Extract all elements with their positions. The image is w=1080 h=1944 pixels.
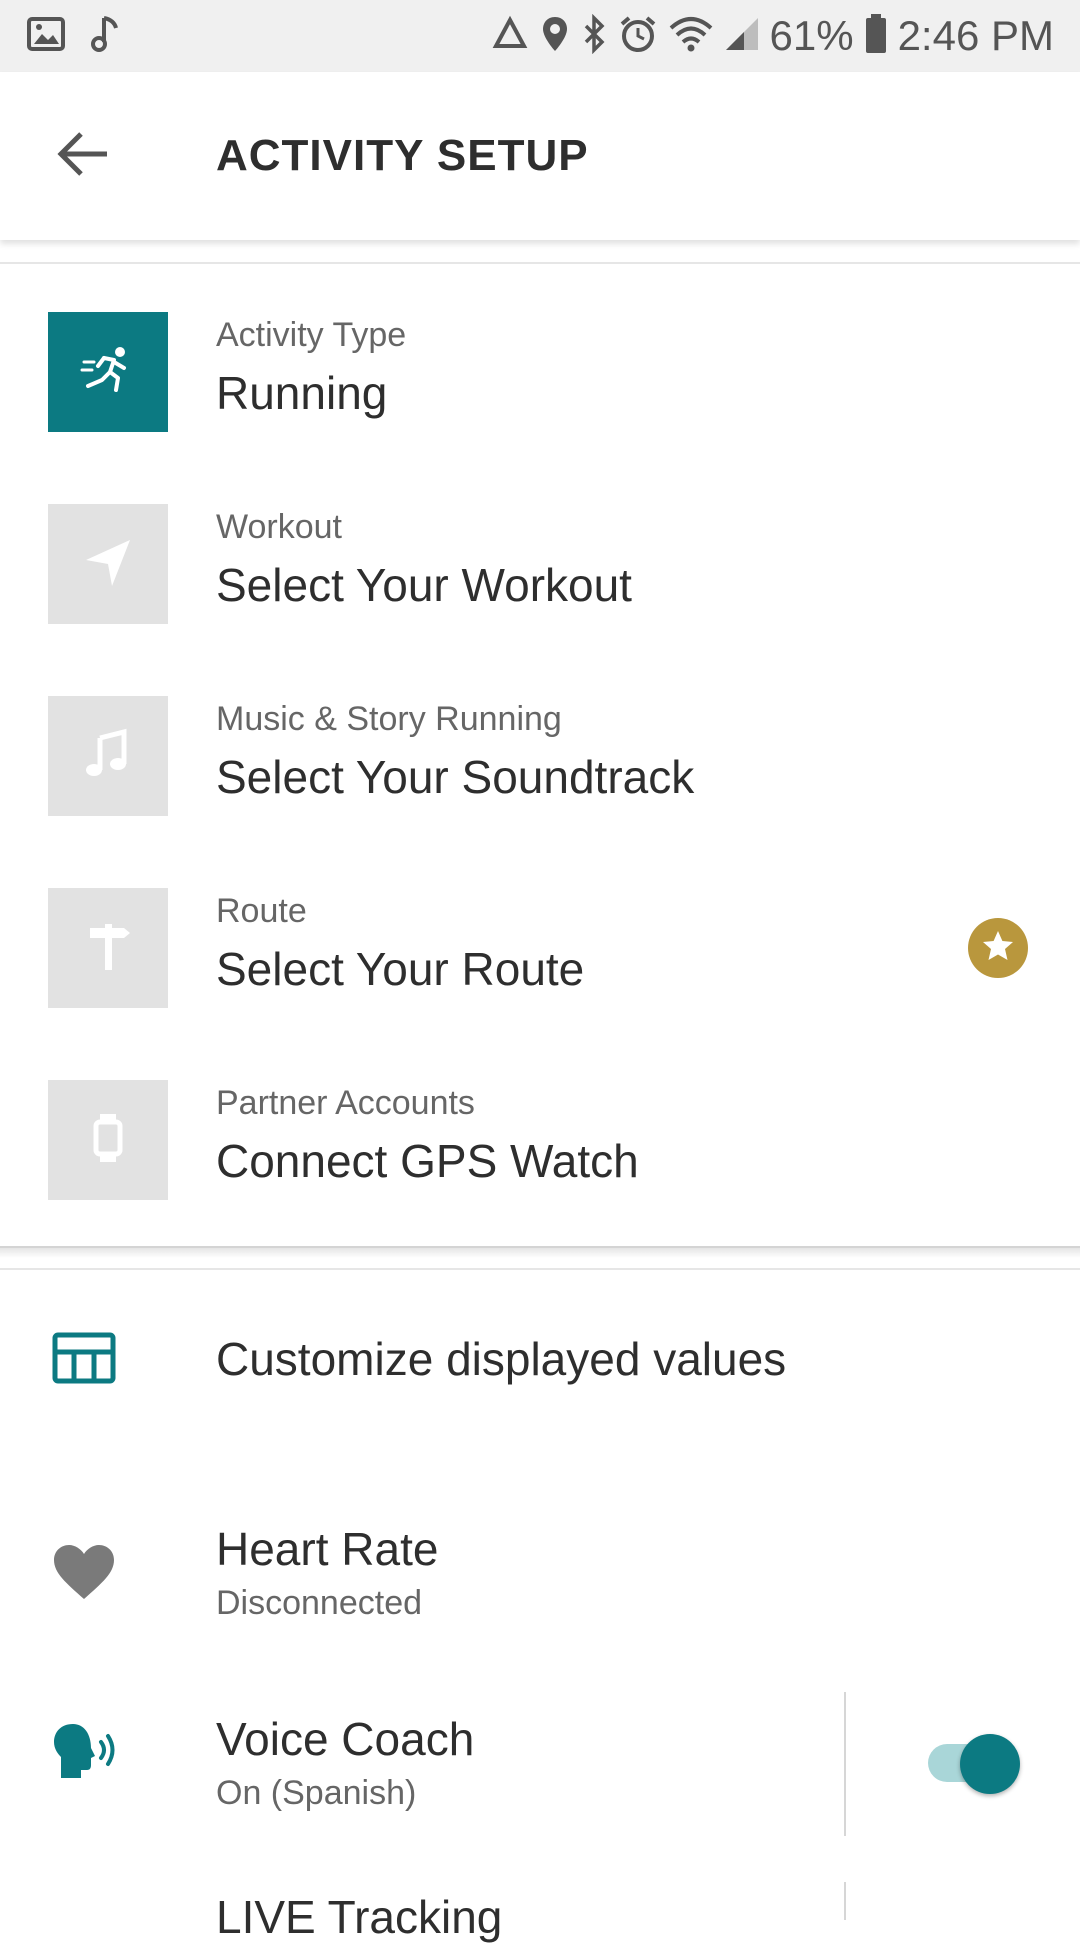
workout-label: Workout: [216, 508, 342, 546]
battery-icon: [864, 13, 888, 60]
heart-rate-status: Disconnected: [216, 1584, 423, 1622]
music-value: Select Your Soundtrack: [216, 751, 695, 803]
watch-icon: [80, 1110, 136, 1171]
activity-tile: [48, 312, 168, 432]
heart-rate-item[interactable]: Heart Rate Disconnected: [0, 1480, 1080, 1670]
music-item[interactable]: Music & Story Running Select Your Soundt…: [0, 648, 1080, 840]
voice-coach-item[interactable]: Voice Coach On (Spanish): [0, 1672, 1080, 1836]
navigation-arrow-icon: [80, 534, 136, 595]
section-shadow: [0, 1248, 1080, 1258]
route-value: Select Your Route: [216, 943, 585, 995]
partner-accounts-value: Connect GPS Watch: [216, 1135, 639, 1187]
bluetooth-icon: [580, 13, 608, 59]
voice-icon-wrap: [48, 1718, 120, 1790]
wifi-icon: [668, 14, 714, 59]
alarm-icon: [618, 14, 658, 59]
activity-type-label: Activity Type: [216, 316, 407, 354]
dashboard-icon-wrap: [48, 1324, 120, 1396]
partner-tile: [48, 1080, 168, 1200]
heart-rate-label: Heart Rate: [216, 1523, 439, 1575]
heart-icon: [52, 1543, 116, 1606]
music-tile: [48, 696, 168, 816]
customize-values-item[interactable]: Customize displayed values: [0, 1270, 1080, 1450]
premium-badge: [968, 918, 1028, 978]
back-button[interactable]: [44, 116, 124, 196]
app-bar: ACTIVITY SETUP: [0, 72, 1080, 240]
voice-coach-divider: [844, 1692, 846, 1836]
signal-icon: [724, 14, 760, 59]
route-label: Route: [216, 892, 307, 930]
music-note-icon: [88, 14, 124, 59]
clock-time: 2:46 PM: [897, 12, 1054, 59]
location-icon: [540, 14, 570, 59]
status-left-icons: [26, 14, 124, 59]
workout-tile: [48, 504, 168, 624]
activity-type-value: Running: [216, 367, 388, 419]
live-tracking-divider: [844, 1882, 846, 1920]
page-title: ACTIVITY SETUP: [216, 131, 589, 180]
voice-coach-toggle[interactable]: [924, 1722, 1024, 1802]
workout-item[interactable]: Workout Select Your Workout: [0, 456, 1080, 648]
dashboard-icon: [52, 1332, 116, 1389]
runner-icon: [80, 342, 136, 403]
arrow-back-icon: [57, 130, 111, 183]
image-icon: [26, 14, 66, 59]
voice-coach-status: On (Spanish): [216, 1774, 417, 1812]
live-tracking-label[interactable]: LIVE Tracking: [216, 1890, 502, 1944]
star-icon: [980, 928, 1016, 969]
status-right-icons: 61% 2:46 PM: [490, 8, 1054, 64]
route-item[interactable]: Route Select Your Route: [0, 840, 1080, 1032]
voice-coach-label: Voice Coach: [216, 1713, 475, 1765]
battery-percent: 61%: [769, 12, 854, 59]
activity-type-item[interactable]: Activity Type Running: [0, 264, 1080, 456]
heart-icon-wrap: [48, 1538, 120, 1610]
toggle-thumb: [960, 1734, 1020, 1794]
recycle-icon: [490, 14, 530, 59]
route-tile: [48, 888, 168, 1008]
signpost-icon: [80, 918, 136, 979]
music-note-icon: [80, 726, 136, 787]
partner-accounts-label: Partner Accounts: [216, 1084, 475, 1122]
voice-icon: [51, 1722, 117, 1787]
customize-values-label: Customize displayed values: [216, 1333, 787, 1385]
workout-value: Select Your Workout: [216, 559, 632, 611]
partner-accounts-item[interactable]: Partner Accounts Connect GPS Watch: [0, 1032, 1080, 1224]
music-label: Music & Story Running: [216, 700, 562, 738]
status-bar: 61% 2:46 PM: [0, 0, 1080, 72]
